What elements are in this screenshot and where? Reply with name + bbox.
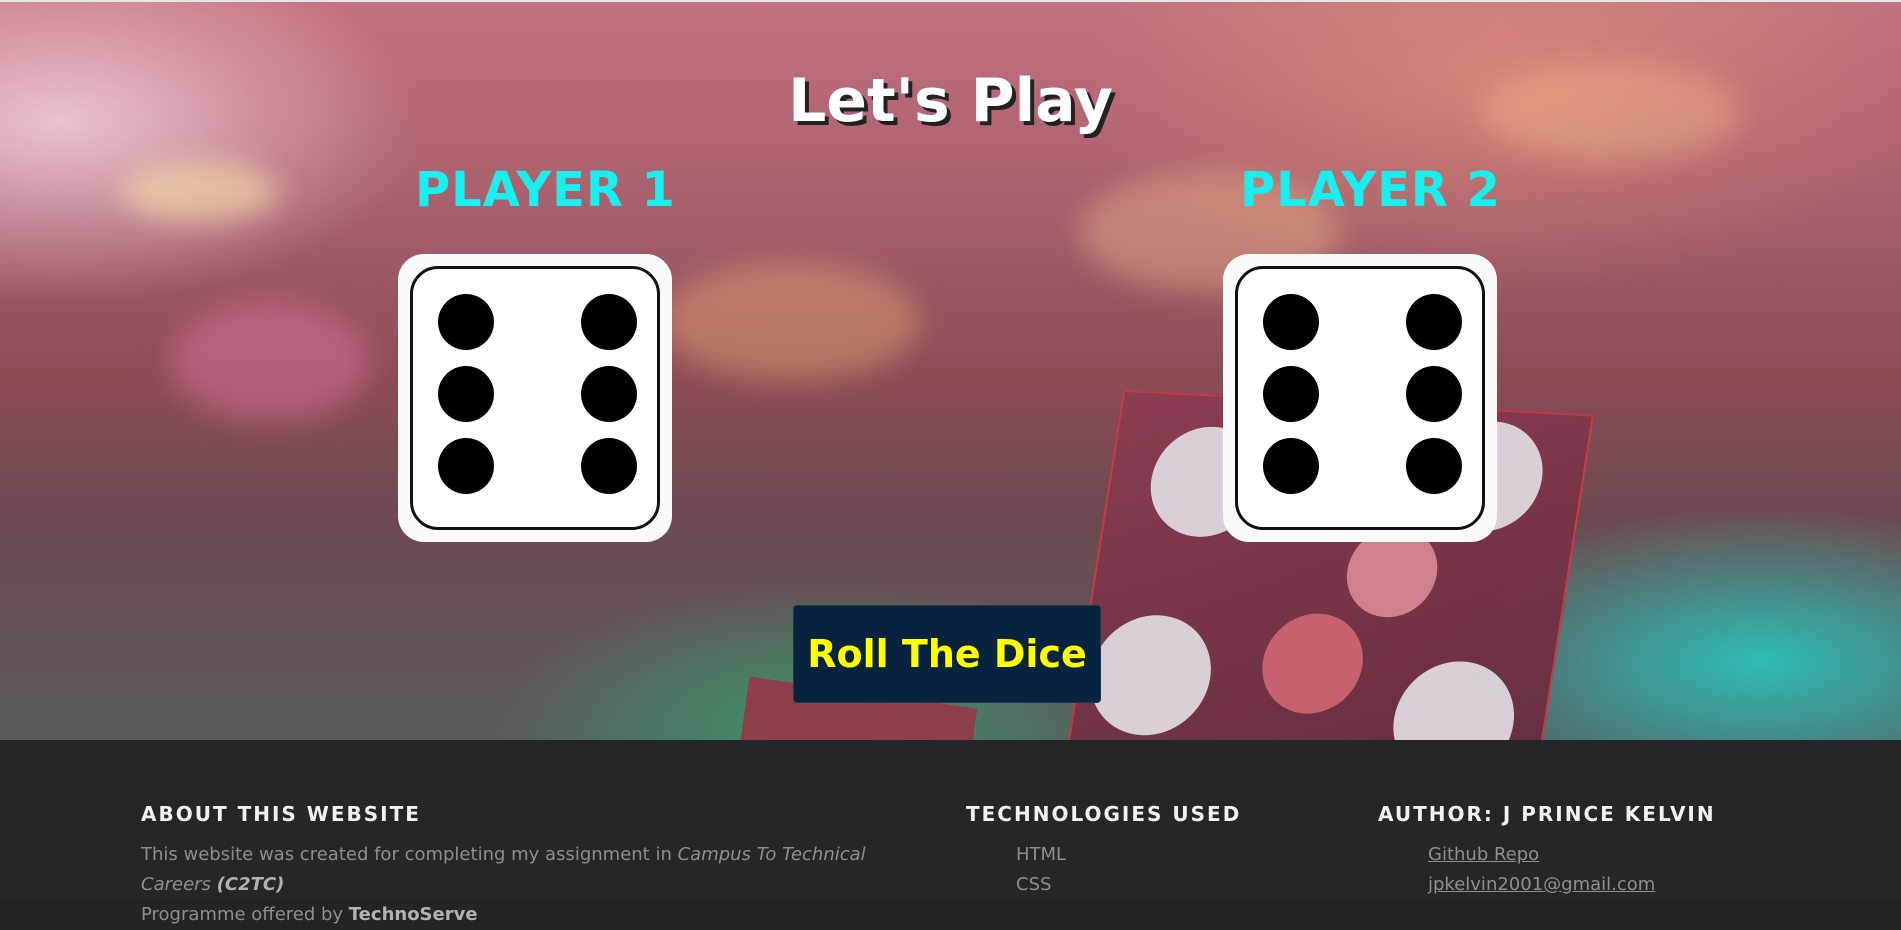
about-text-abbrev: (C2TC) — [216, 874, 285, 895]
casino-light-blob — [120, 162, 280, 222]
author-link-item: jpkelvin2001@gmail.com — [1428, 870, 1838, 900]
player2-dice-icon — [1223, 254, 1497, 542]
footer-about-heading: ABOUT THIS WEBSITE — [141, 802, 421, 826]
about-text-part: Programme offered by — [141, 904, 349, 925]
footer-author-heading: AUTHOR: J PRINCE KELVIN — [1378, 802, 1716, 826]
technology-item: HTML — [1016, 844, 1067, 865]
hero-background: Let's Play PLAYER 1 PLAYER 2 Roll The Di… — [0, 0, 1901, 740]
page-title: Let's Play — [788, 66, 1113, 136]
footer-about-section: ABOUT THIS WEBSITE This website was crea… — [141, 802, 941, 930]
player1-label: PLAYER 1 — [415, 162, 676, 218]
author-link-item: Github Repo — [1428, 840, 1838, 870]
footer-technologies-section: TECHNOLOGIES USED HTML CSS — [966, 802, 1346, 900]
about-text-part: This website was created for completing … — [141, 844, 678, 865]
author-links-list: Github Repo jpkelvin2001@gmail.com — [1378, 840, 1838, 900]
footer-about-text: This website was created for completing … — [141, 840, 941, 930]
about-text-org: TechnoServe — [348, 904, 478, 925]
github-repo-link[interactable]: Github Repo — [1428, 844, 1539, 865]
casino-light-blob — [170, 302, 370, 422]
technology-item: CSS — [1016, 874, 1052, 895]
footer: ABOUT THIS WEBSITE This website was crea… — [0, 740, 1901, 925]
email-link[interactable]: jpkelvin2001@gmail.com — [1428, 874, 1655, 895]
player2-label: PLAYER 2 — [1240, 162, 1501, 218]
footer-technologies-heading: TECHNOLOGIES USED — [966, 802, 1242, 826]
footer-author-section: AUTHOR: J PRINCE KELVIN Github Repo jpke… — [1378, 802, 1838, 900]
player1-dice-icon — [398, 254, 672, 542]
technologies-list: HTML CSS — [966, 840, 1346, 900]
roll-dice-button[interactable]: Roll The Dice — [793, 605, 1101, 703]
casino-light-blob — [660, 262, 920, 382]
